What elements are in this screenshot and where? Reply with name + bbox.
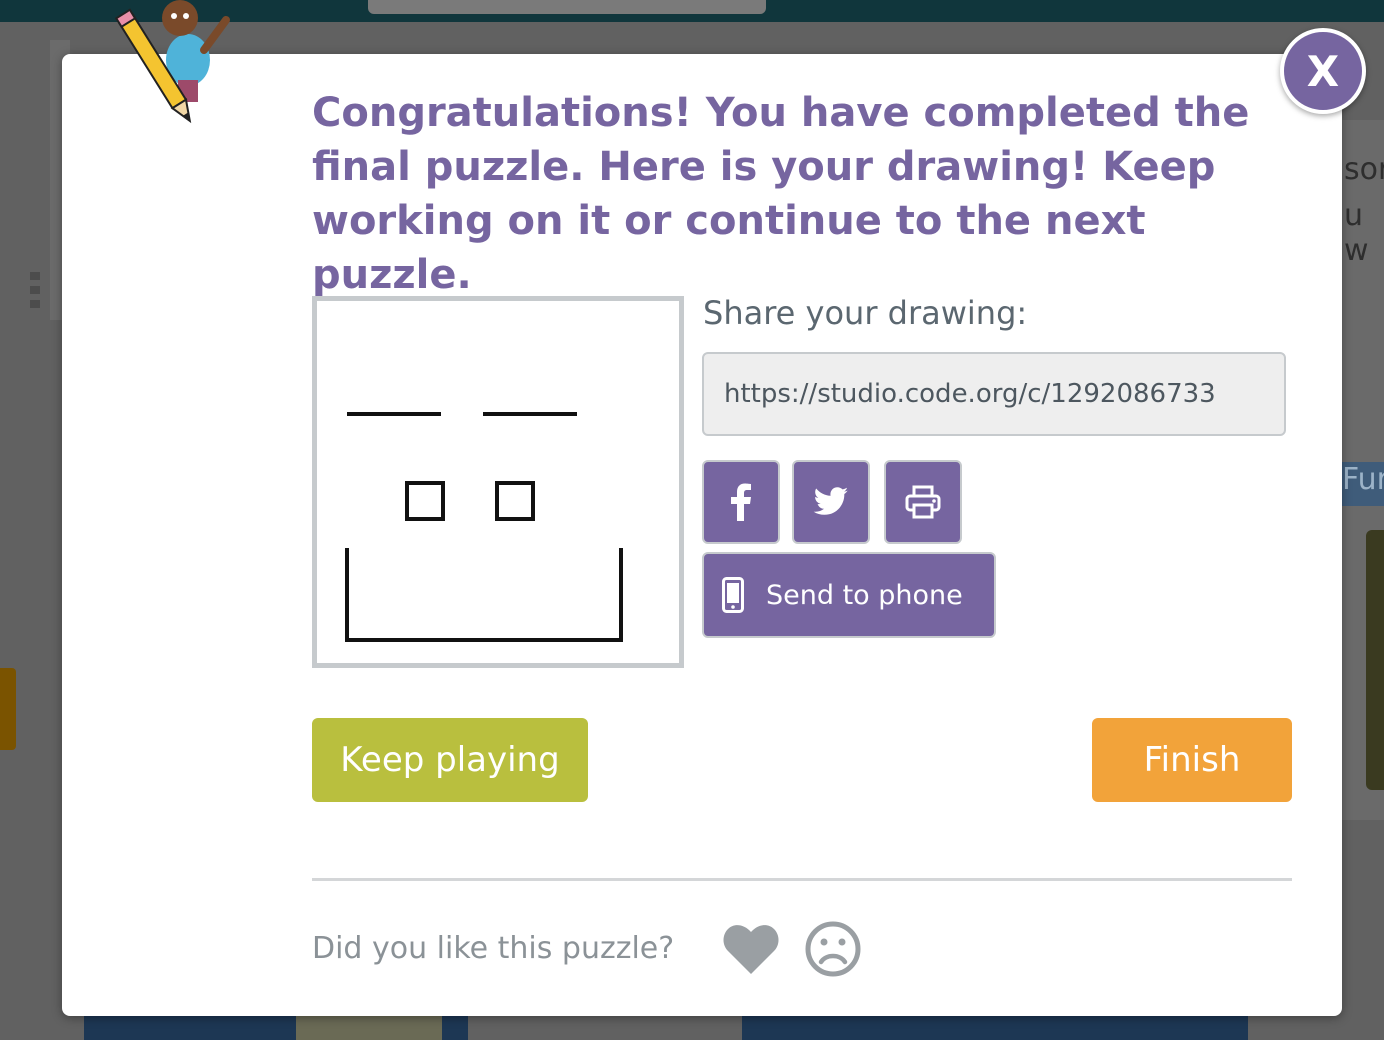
drawing-canvas xyxy=(345,412,623,642)
facebook-icon xyxy=(731,483,751,521)
feedback-question: Did you like this puzzle? xyxy=(312,931,675,966)
background-resize-handle xyxy=(30,272,40,308)
facebook-share-button[interactable] xyxy=(702,460,780,544)
twitter-icon xyxy=(813,487,848,515)
print-button[interactable] xyxy=(884,460,962,544)
heart-icon[interactable] xyxy=(722,924,780,976)
send-to-phone-label: Send to phone xyxy=(766,579,963,611)
artist-mascot-icon xyxy=(114,0,230,124)
drawing-preview xyxy=(312,296,684,668)
completion-headline: Congratulations! You have completed the … xyxy=(312,90,1250,298)
share-label: Share your drawing: xyxy=(703,294,1028,332)
twitter-share-button[interactable] xyxy=(792,460,870,544)
phone-icon xyxy=(722,577,744,613)
background-right-text-2: u w xyxy=(1344,198,1369,268)
background-orange-tab xyxy=(0,668,16,750)
background-bottom-sprite xyxy=(296,1014,442,1040)
keep-playing-button[interactable]: Keep playing xyxy=(312,718,588,802)
divider xyxy=(312,878,1292,881)
background-right-green xyxy=(1366,530,1384,790)
share-url-field[interactable] xyxy=(702,352,1286,436)
background-right-tab: Fur xyxy=(1342,462,1384,506)
background-right-text-1: sor xyxy=(1344,152,1384,187)
finish-button[interactable]: Finish xyxy=(1092,718,1292,802)
frown-icon[interactable] xyxy=(804,920,862,978)
send-to-phone-button[interactable]: Send to phone xyxy=(702,552,996,638)
background-topbar-pill xyxy=(368,0,766,14)
background-bottom-block-2 xyxy=(742,1014,1248,1040)
print-icon xyxy=(905,485,941,519)
